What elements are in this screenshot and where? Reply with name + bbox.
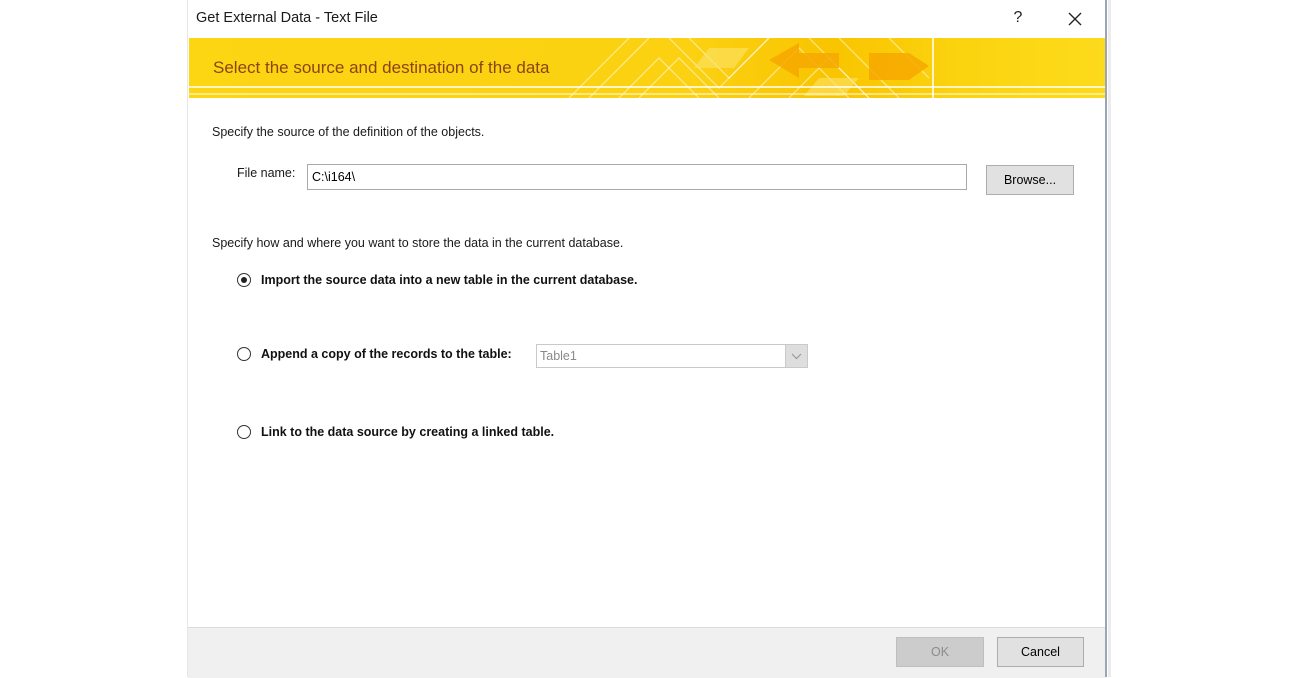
banner-title: Select the source and destination of the… <box>213 58 550 77</box>
append-table-value: Table1 <box>540 349 577 363</box>
append-option-label: Append a copy of the records to the tabl… <box>261 347 512 361</box>
cancel-button[interactable]: Cancel <box>997 637 1084 667</box>
title-bar: Get External Data - Text File ? <box>188 0 1106 38</box>
dropdown-button[interactable] <box>785 345 807 367</box>
close-button[interactable] <box>1064 8 1086 30</box>
browse-button[interactable]: Browse... <box>986 165 1074 195</box>
dialog-footer: OK Cancel <box>188 627 1106 678</box>
ok-button[interactable]: OK <box>896 637 984 667</box>
link-radio[interactable] <box>237 425 251 439</box>
close-icon <box>1068 12 1082 26</box>
radio-selected-dot <box>241 277 247 283</box>
window-border <box>1105 0 1107 677</box>
file-name-input[interactable]: C:\i164\ <box>307 164 967 190</box>
file-name-label: File name: <box>237 166 296 180</box>
source-instruction: Specify the source of the definition of … <box>212 125 485 139</box>
import-option-label: Import the source data into a new table … <box>261 273 638 287</box>
link-option-label: Link to the data source by creating a li… <box>261 425 555 439</box>
help-button[interactable]: ? <box>1006 4 1030 32</box>
import-radio[interactable] <box>237 273 251 287</box>
window-shadow <box>1108 0 1111 677</box>
append-table-select[interactable]: Table1 <box>536 344 808 368</box>
dialog: Get External Data - Text File ? Select t… <box>187 0 1106 678</box>
window-title: Get External Data - Text File <box>196 10 378 26</box>
destination-instruction: Specify how and where you want to store … <box>212 236 624 250</box>
wizard-banner: Select the source and destination of the… <box>189 38 1106 98</box>
append-radio[interactable] <box>237 347 251 361</box>
chevron-down-icon <box>791 353 802 360</box>
